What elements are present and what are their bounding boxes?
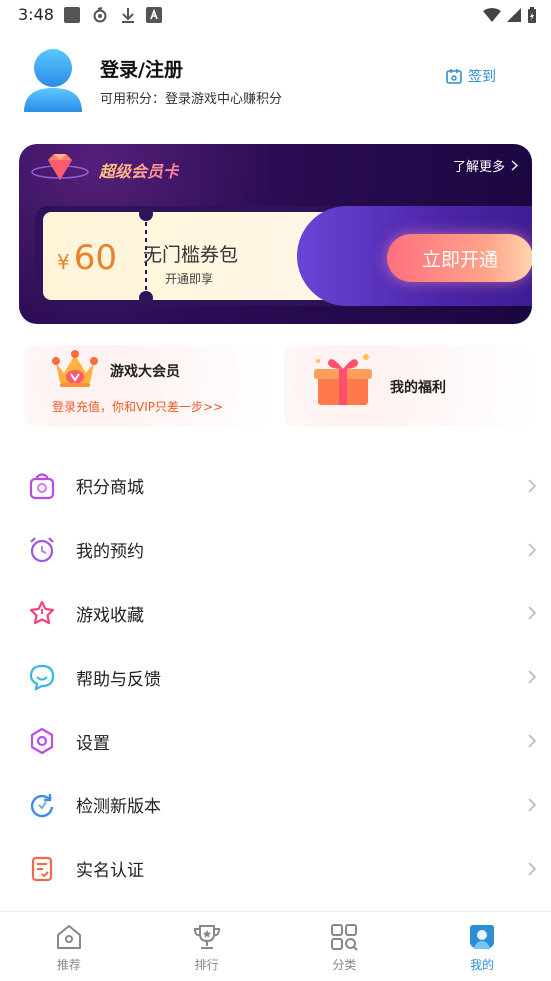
vip-card-title: 超级会员卡 — [99, 158, 179, 182]
nav-label: 分类 — [332, 958, 357, 972]
nav-tab-ranking[interactable]: 排行 — [138, 912, 276, 981]
my-benefits-card[interactable]: 我的福利 — [284, 345, 532, 427]
id-card-icon — [31, 856, 53, 881]
menu-item-settings[interactable]: 设置 — [0, 709, 551, 773]
calendar-icon — [446, 69, 462, 84]
chevron-right-icon — [528, 670, 537, 684]
home-icon — [56, 925, 81, 949]
menu-label: 帮助与反馈 — [76, 669, 161, 690]
wifi-icon — [483, 8, 501, 22]
nav-tab-category[interactable]: 分类 — [276, 912, 414, 981]
refresh-icon — [30, 793, 54, 818]
coupon-price: ¥ 60 — [57, 238, 117, 278]
netease-icon — [93, 7, 107, 23]
chevron-right-icon — [528, 606, 537, 621]
coupon-desc: 开通即享 — [165, 272, 214, 286]
super-vip-card[interactable]: 超级会员卡 了解更多 ¥ 60 无门槛券包 开通即享 立即开通 — [19, 144, 532, 324]
category-grid-icon — [331, 924, 359, 951]
alarm-clock-icon — [30, 536, 54, 562]
status-time: 3:48 — [18, 5, 54, 24]
chevron-right-icon — [528, 862, 537, 876]
menu-item-check-update[interactable]: 检测新版本 — [0, 773, 551, 837]
battery-icon — [528, 7, 536, 23]
nav-tab-recommend[interactable]: 推荐 — [0, 912, 138, 981]
open-vip-button[interactable]: 立即开通 — [387, 234, 532, 282]
menu-item-reservations[interactable]: 我的预约 — [0, 518, 551, 582]
chevron-right-icon — [528, 734, 537, 748]
coupon-ticket[interactable]: ¥ 60 无门槛券包 开通即享 立即开通 — [35, 206, 532, 306]
menu-label: 检测新版本 — [76, 797, 161, 818]
login-register-link[interactable]: 登录/注册 — [100, 55, 183, 82]
checkin-button[interactable]: 签到 — [446, 66, 496, 86]
nav-tab-mine[interactable]: 我的 — [413, 912, 551, 981]
signal-icon — [507, 8, 521, 22]
chat-bubble-icon — [29, 665, 55, 692]
bottom-nav: 推荐 排行 分类 我的 — [0, 911, 551, 981]
menu-label: 积分商城 — [76, 478, 144, 499]
chevron-right-icon — [528, 798, 537, 812]
currency-symbol: ¥ — [57, 250, 70, 274]
shopping-bag-icon — [29, 473, 55, 499]
menu-item-points-mall[interactable]: 积分商城 — [0, 454, 551, 518]
chevron-right-icon — [528, 479, 537, 493]
avatar[interactable] — [22, 46, 84, 112]
menu-label: 设置 — [76, 733, 110, 754]
menu-item-help-feedback[interactable]: 帮助与反馈 — [0, 645, 551, 709]
diamond-icon — [31, 154, 89, 180]
points-info: 可用积分：登录游戏中心赚积分 — [100, 92, 283, 107]
coupon-name: 无门槛券包 — [143, 244, 239, 266]
menu-label: 我的预约 — [76, 542, 144, 563]
game-vip-subtitle: 登录充值，你和VIP只差一步>> — [52, 400, 224, 414]
my-benefits-title: 我的福利 — [390, 380, 446, 396]
gear-hexagon-icon — [30, 727, 54, 755]
nav-label: 排行 — [194, 958, 219, 972]
nav-label: 我的 — [470, 958, 495, 972]
menu-item-real-name-auth[interactable]: 实名认证 — [0, 837, 551, 901]
coupon-amount: 60 — [73, 238, 117, 278]
trophy-icon — [193, 925, 220, 949]
a-badge-icon — [146, 7, 162, 23]
checkin-label: 签到 — [468, 69, 496, 85]
learn-more-label: 了解更多 — [452, 160, 505, 175]
menu-label: 游戏收藏 — [76, 605, 144, 626]
download-icon — [122, 8, 134, 23]
profile-icon — [470, 925, 495, 949]
crown-icon — [52, 350, 98, 387]
star-icon — [29, 601, 55, 625]
nav-label: 推荐 — [56, 958, 81, 972]
menu-item-favorites[interactable]: 游戏收藏 — [0, 582, 551, 646]
menu-label: 实名认证 — [76, 861, 144, 882]
app-notification-icon — [64, 7, 80, 23]
status-bar: 3:48 — [0, 0, 551, 30]
system-status-icons — [483, 6, 537, 24]
menu-list: 积分商城 我的预约 游戏收藏 帮助与反馈 设置 检测新版本 实名认证 — [0, 454, 551, 901]
gift-box-icon — [314, 354, 372, 405]
chevron-right-icon — [528, 543, 537, 557]
chevron-right-icon — [511, 160, 518, 171]
game-vip-card[interactable]: 游戏大会员 登录充值，你和VIP只差一步>> — [24, 345, 272, 427]
learn-more-link[interactable]: 了解更多 — [453, 156, 518, 175]
game-vip-title: 游戏大会员 — [110, 364, 180, 380]
